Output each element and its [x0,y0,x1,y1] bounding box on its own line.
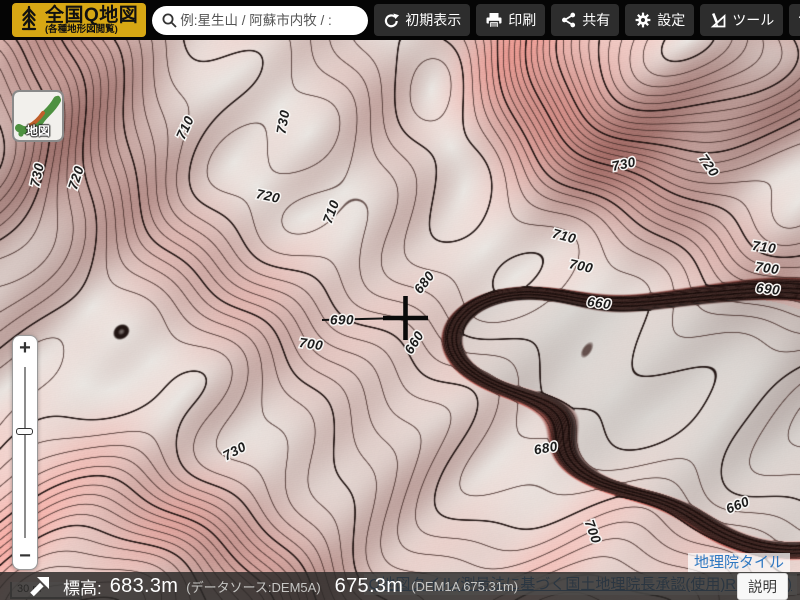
print-button[interactable]: 印刷 [476,4,545,36]
print-label: 印刷 [508,10,536,30]
qmap-app: 全国Q地図 (各種地形図閲覧) 初期表示 [0,0,800,600]
zoom-slider-track[interactable] [13,361,37,544]
reset-view-button[interactable]: 初期表示 [374,4,470,36]
settings-label: 設定 [657,10,685,30]
elevation-label: 標高: [63,574,102,599]
tools-label: ツール [732,10,774,30]
reset-view-label: 初期表示 [405,10,461,30]
share-label: 共有 [582,10,610,30]
elevation-source-dem5a: (データソース:DEM5A) [186,577,320,596]
help-button[interactable]: ? ヘルプ [789,4,800,36]
ne-arrow-icon [27,575,51,598]
app-logo[interactable]: 全国Q地図 (各種地形図閲覧) [12,3,146,37]
share-icon [560,11,577,29]
search-icon [161,12,178,29]
app-title: 全国Q地図 [45,6,138,25]
zoom-control: + − [12,335,38,570]
attribution-gsi[interactable]: 地理院タイル [688,553,790,573]
tools-button[interactable]: ツール [700,4,783,36]
refresh-icon [383,12,400,29]
top-toolbar: 全国Q地図 (各種地形図閲覧) 初期表示 [0,0,800,40]
printer-icon [485,12,503,29]
gear-icon [634,11,652,29]
elevation-value-dem1a: 675.3m [335,575,404,598]
map-viewport[interactable]: 7307207107307207107006906806607307207107… [0,40,800,600]
terrain-canvas[interactable] [0,40,800,600]
status-bar: 標高: 683.3m (データソース:DEM5A) 675.3m (DEM1A … [0,572,800,600]
app-subtitle: (各種地形図閲覧) [45,25,138,35]
zoom-out-button[interactable]: − [13,544,37,569]
elevation-value-dem5a: 683.3m [110,575,179,598]
zoom-slider-knob[interactable] [16,428,33,435]
minimap-label: 地図 [14,122,62,139]
share-button[interactable]: 共有 [551,4,619,36]
elevation-source-dem1a: (DEM1A 675.31m) [411,579,518,594]
settings-button[interactable]: 設定 [625,4,694,36]
tools-icon [709,11,727,29]
search-box [152,6,368,35]
search-input[interactable] [178,12,360,29]
minimap-control[interactable]: 地図 [12,90,64,142]
explain-button[interactable]: 説明 [737,573,788,600]
zoom-slider-line [24,367,26,538]
zoom-in-button[interactable]: + [13,336,37,361]
tree-icon [17,3,41,38]
